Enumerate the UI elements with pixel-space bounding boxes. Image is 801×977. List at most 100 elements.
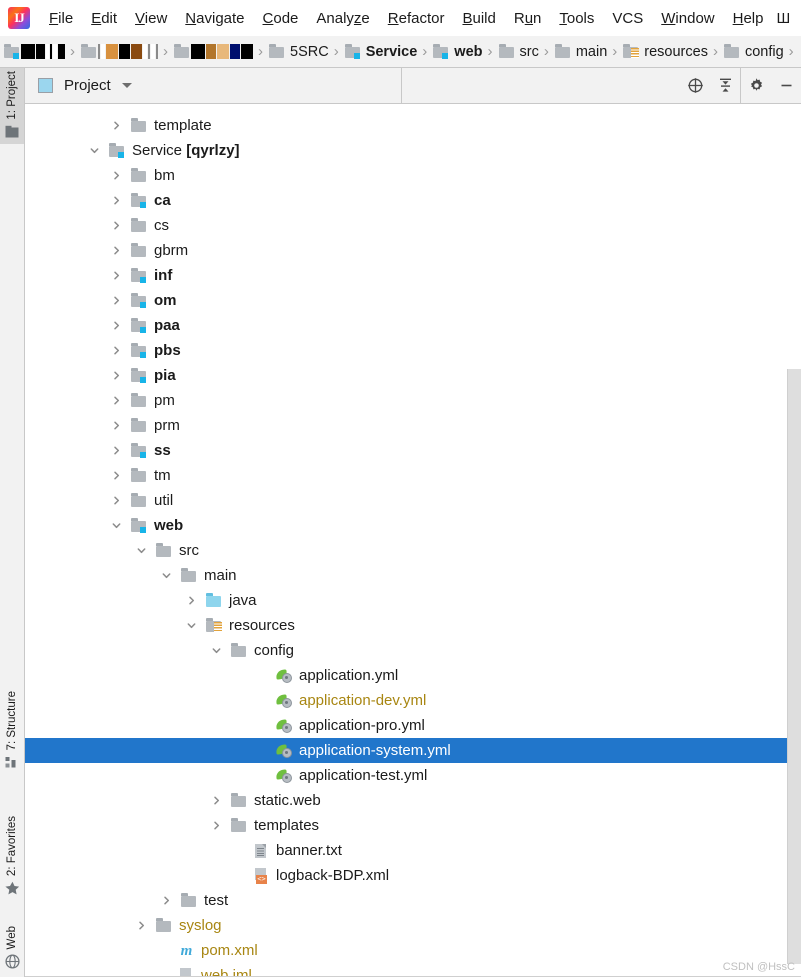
- tree-row[interactable]: pbs: [25, 338, 801, 363]
- menu-item-refactor[interactable]: Refactor: [379, 8, 454, 29]
- tree-row[interactable]: Service [qyrlzy]: [25, 138, 801, 163]
- chevron-down-icon[interactable]: [108, 513, 125, 538]
- project-tree[interactable]: template Service [qyrlzy] bm ca cs gbrm inf om p…: [25, 104, 801, 977]
- chevron-right-icon[interactable]: [208, 788, 225, 813]
- chevron-right-icon[interactable]: [108, 188, 125, 213]
- chevron-right-icon[interactable]: [108, 388, 125, 413]
- breadcrumb-item-config[interactable]: config: [720, 40, 785, 64]
- chevron-right-icon[interactable]: [108, 263, 125, 288]
- tree-row[interactable]: paa: [25, 313, 801, 338]
- tree-row[interactable]: inf: [25, 263, 801, 288]
- chevron-right-icon[interactable]: [108, 438, 125, 463]
- tree-row[interactable]: application.yml: [25, 663, 801, 688]
- tree-row[interactable]: bm: [25, 163, 801, 188]
- tree-row[interactable]: resources: [25, 613, 801, 638]
- chevron-right-icon[interactable]: [108, 213, 125, 238]
- tree-row[interactable]: prm: [25, 413, 801, 438]
- toolwindow-button-project[interactable]: 1: Project: [0, 68, 24, 144]
- menu-item-view[interactable]: View: [126, 8, 176, 29]
- menu-item-build[interactable]: Build: [453, 8, 504, 29]
- tree-row[interactable]: om: [25, 288, 801, 313]
- menu-item-navigate[interactable]: Navigate: [176, 8, 253, 29]
- tree-row[interactable]: tm: [25, 463, 801, 488]
- chevron-right-icon[interactable]: [183, 588, 200, 613]
- menu-item-edit[interactable]: Edit: [82, 8, 126, 29]
- breadcrumb-item-redacted-0[interactable]: [0, 40, 66, 64]
- breadcrumb-item-resources[interactable]: resources: [619, 40, 709, 64]
- hide-panel-button[interactable]: [771, 68, 801, 104]
- tree-row[interactable]: application-pro.yml: [25, 713, 801, 738]
- chevron-down-icon[interactable]: [208, 638, 225, 663]
- vertical-scrollbar[interactable]: [787, 369, 801, 964]
- breadcrumb-item-redacted-2[interactable]: [170, 40, 254, 64]
- chevron-right-icon[interactable]: [108, 238, 125, 263]
- tree-row[interactable]: <> logback-BDP.xml: [25, 863, 801, 888]
- tree-row[interactable]: main: [25, 563, 801, 588]
- menu-item-window[interactable]: Window: [652, 8, 723, 29]
- menu-item-code[interactable]: Code: [254, 8, 308, 29]
- tree-row[interactable]: templates: [25, 813, 801, 838]
- chevron-down-icon[interactable]: [121, 83, 132, 88]
- tree-row[interactable]: pia: [25, 363, 801, 388]
- breadcrumb-item-src[interactable]: src: [495, 40, 540, 64]
- breadcrumb-item-redacted-1[interactable]: [77, 40, 159, 64]
- chevron-right-icon[interactable]: [108, 313, 125, 338]
- tree-row[interactable]: application-dev.yml: [25, 688, 801, 713]
- menu-overflow-label[interactable]: Ш: [773, 8, 795, 29]
- breadcrumb-item-service[interactable]: Service: [341, 40, 419, 64]
- tree-row[interactable]: application-test.yml: [25, 763, 801, 788]
- menu-item-run[interactable]: Run: [505, 8, 551, 29]
- menu-bar: IJ File Edit View Navigate Code Analyze Refact…: [0, 0, 801, 36]
- tree-row[interactable]: util: [25, 488, 801, 513]
- tree-row[interactable]: ss: [25, 438, 801, 463]
- menu-item-vcs[interactable]: VCS: [603, 8, 652, 29]
- breadcrumb-item-main[interactable]: main: [551, 40, 608, 64]
- tree-row[interactable]: application-system.yml: [25, 738, 801, 763]
- settings-button[interactable]: [741, 68, 771, 104]
- chevron-right-icon[interactable]: [108, 413, 125, 438]
- tree-row[interactable]: template: [25, 113, 801, 138]
- tree-row[interactable]: cs: [25, 213, 801, 238]
- chevron-down-icon[interactable]: [133, 538, 150, 563]
- chevron-right-icon[interactable]: [108, 338, 125, 363]
- chevron-right-icon[interactable]: [158, 888, 175, 913]
- project-view-selector[interactable]: Project: [25, 68, 401, 104]
- tree-row[interactable]: test: [25, 888, 801, 913]
- chevron-right-icon[interactable]: [108, 288, 125, 313]
- breadcrumb-item-5src[interactable]: 5SRC: [265, 40, 330, 64]
- tree-row[interactable]: src: [25, 538, 801, 563]
- collapse-all-button[interactable]: [710, 68, 740, 104]
- breadcrumb-separator: ›: [788, 43, 794, 60]
- chevron-right-icon[interactable]: [133, 913, 150, 938]
- menu-item-analyze[interactable]: Analyze: [307, 8, 378, 29]
- toolwindow-button-web[interactable]: Web: [0, 923, 24, 973]
- locate-button[interactable]: [680, 68, 710, 104]
- chevron-right-icon[interactable]: [108, 163, 125, 188]
- tree-row[interactable]: ca: [25, 188, 801, 213]
- tree-row[interactable]: gbrm: [25, 238, 801, 263]
- chevron-right-icon[interactable]: [208, 813, 225, 838]
- menu-item-help[interactable]: Help: [724, 8, 773, 29]
- chevron-right-icon[interactable]: [108, 363, 125, 388]
- tree-row[interactable]: pm: [25, 388, 801, 413]
- chevron-right-icon[interactable]: [108, 463, 125, 488]
- toolwindow-button-structure[interactable]: 7: Structure: [0, 688, 24, 774]
- tree-row[interactable]: banner.txt: [25, 838, 801, 863]
- chevron-down-icon[interactable]: [86, 138, 103, 163]
- tree-row[interactable]: static.web: [25, 788, 801, 813]
- chevron-down-icon[interactable]: [183, 613, 200, 638]
- chevron-right-icon[interactable]: [108, 113, 125, 138]
- menu-item-file[interactable]: File: [40, 8, 82, 29]
- menu-item-tools[interactable]: Tools: [550, 8, 603, 29]
- tree-row[interactable]: web.iml: [25, 963, 801, 977]
- breadcrumb-item-web[interactable]: web: [429, 40, 483, 64]
- tree-row[interactable]: config: [25, 638, 801, 663]
- tree-row[interactable]: java: [25, 588, 801, 613]
- tree-row[interactable]: syslog: [25, 913, 801, 938]
- chevron-down-icon[interactable]: [158, 563, 175, 588]
- toolwindow-button-favorites[interactable]: 2: Favorites: [0, 813, 24, 900]
- tree-row[interactable]: web: [25, 513, 801, 538]
- tree-row[interactable]: m pom.xml: [25, 938, 801, 963]
- chevron-right-icon[interactable]: [108, 488, 125, 513]
